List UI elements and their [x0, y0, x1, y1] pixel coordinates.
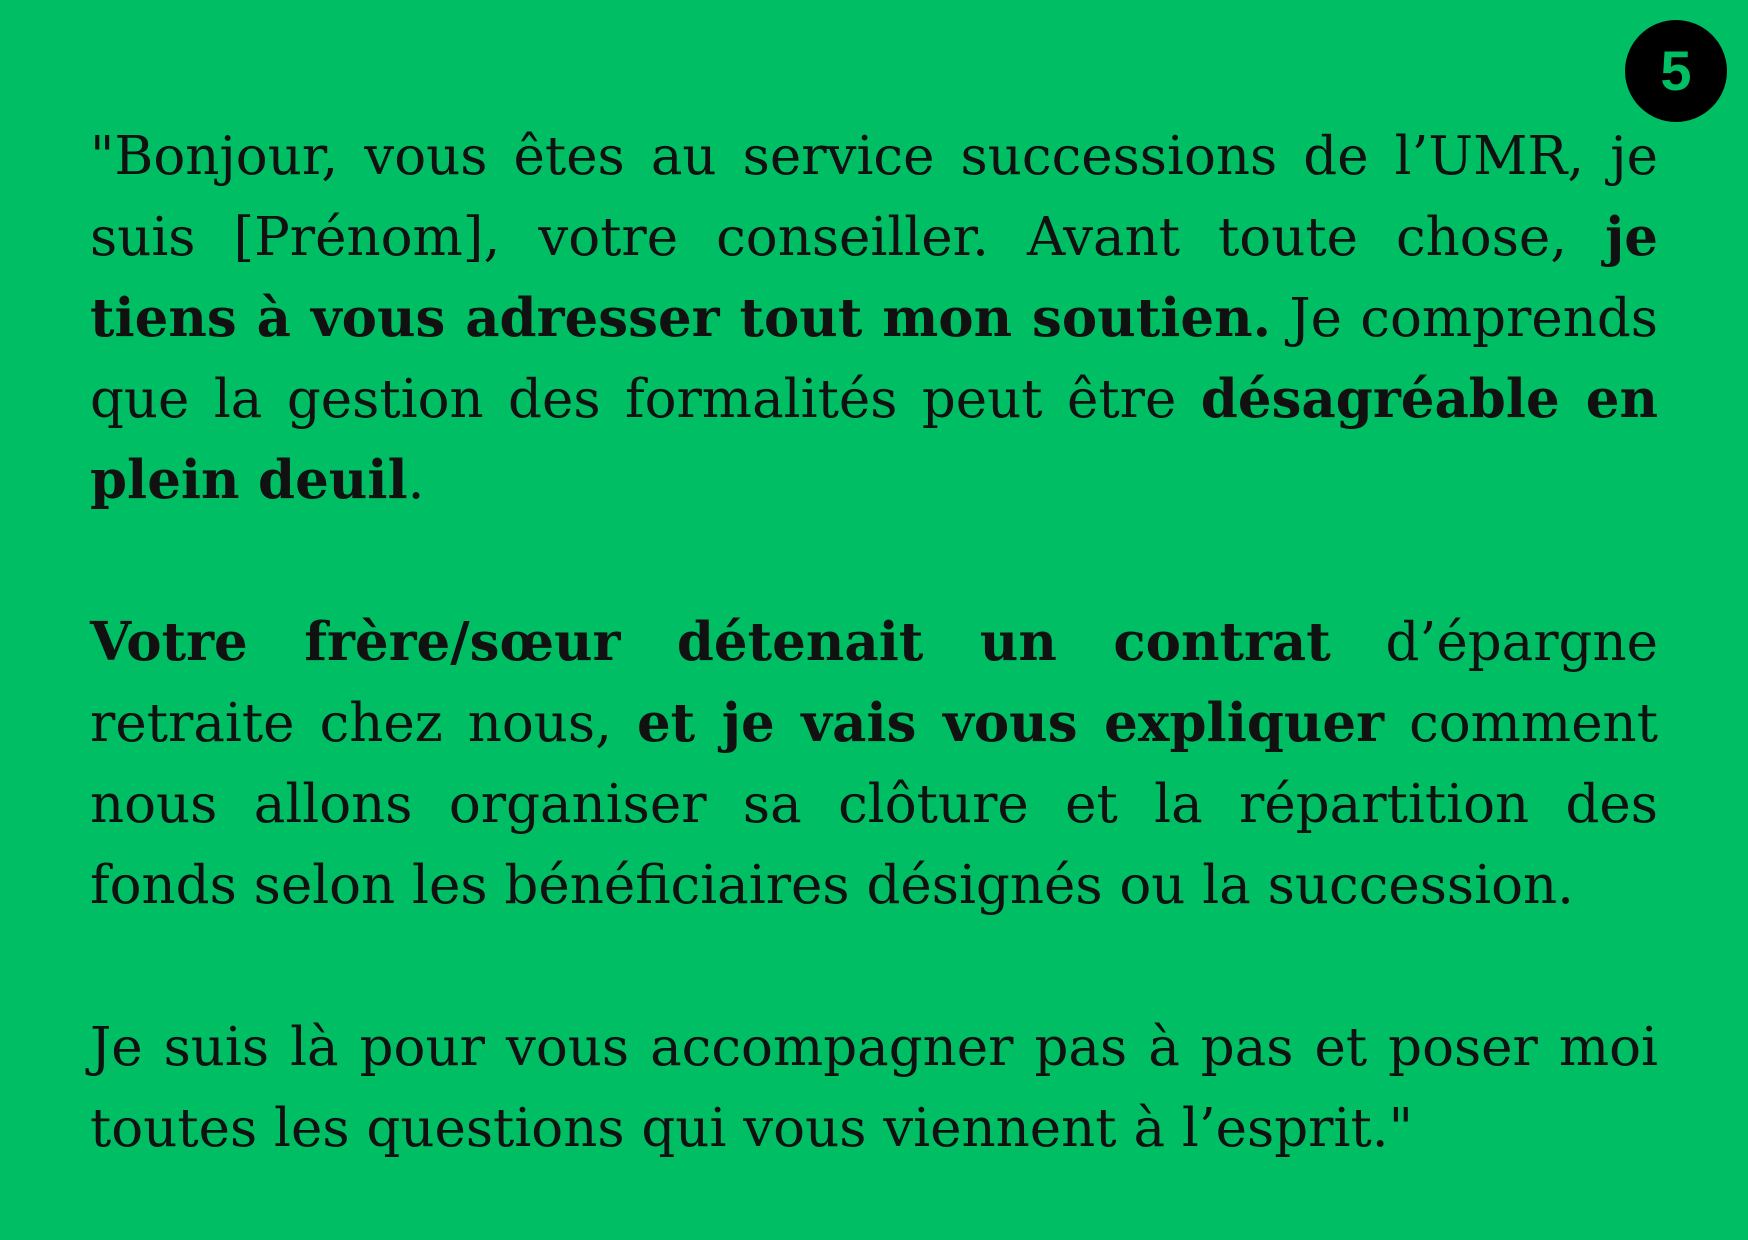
- text-segment: "Bonjour, vous êtes au service successio…: [90, 126, 1658, 268]
- page-number-badge: 5: [1625, 20, 1727, 122]
- paragraph-greeting: "Bonjour, vous êtes au service successio…: [90, 116, 1658, 521]
- paragraph-contract: Votre frère/sœur détenait un contrat d’é…: [90, 602, 1658, 926]
- bold-segment: et je vais vous expliquer: [636, 692, 1385, 754]
- script-card: 5 "Bonjour, vous êtes au service success…: [0, 0, 1748, 1240]
- paragraph-closing: Je suis là pour vous accompagner pas à p…: [90, 1007, 1658, 1169]
- text-segment: Je suis là pour vous accompagner pas à p…: [90, 1017, 1658, 1159]
- bold-segment: Votre frère/sœur détenait un contrat: [90, 611, 1331, 673]
- text-segment: .: [407, 450, 425, 511]
- script-text: "Bonjour, vous êtes au service successio…: [90, 116, 1658, 1169]
